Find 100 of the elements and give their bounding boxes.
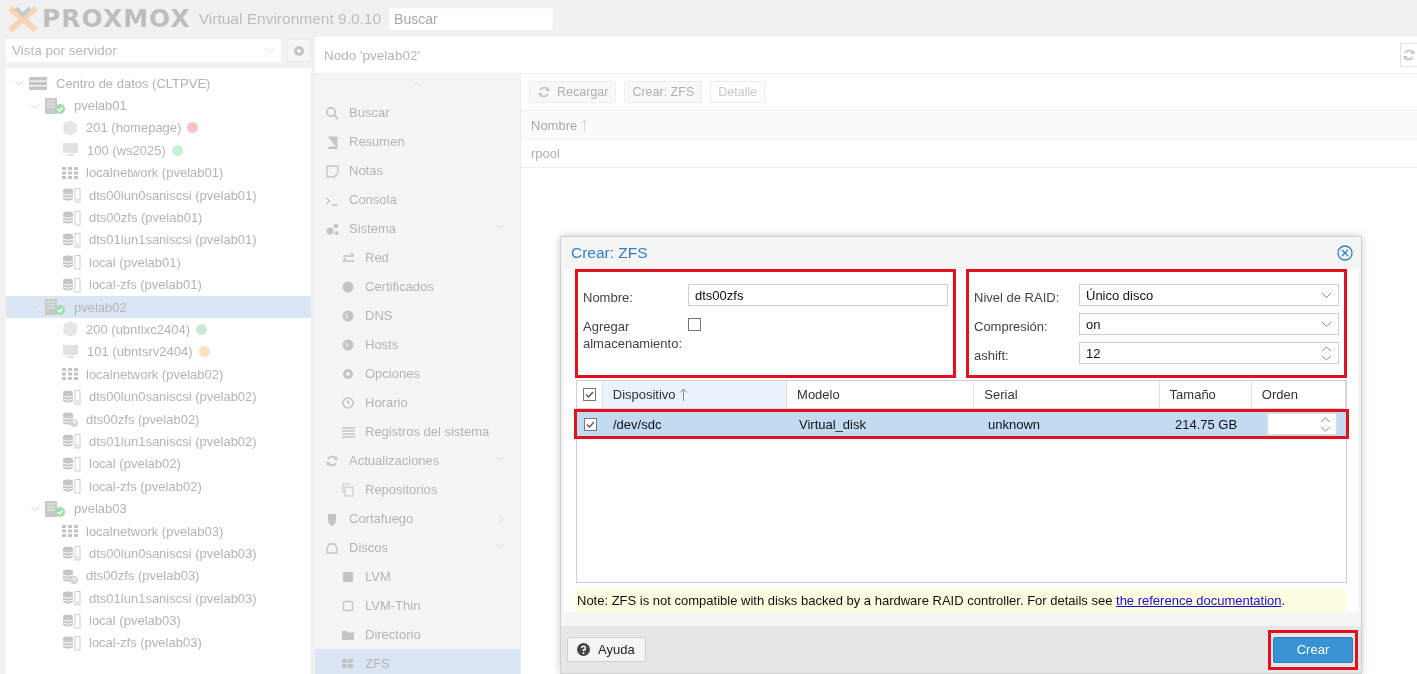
nav-item[interactable]: Registros del sistema xyxy=(315,417,520,446)
nav-item-label: Discos xyxy=(349,540,389,555)
create-button[interactable]: Crear xyxy=(1273,636,1353,663)
grid-icon xyxy=(62,165,78,180)
nav-item[interactable]: Consola xyxy=(315,185,520,214)
nav-item[interactable]: Resumen xyxy=(315,127,520,156)
globe-icon xyxy=(341,308,355,323)
tree-item[interactable]: pvelab03 xyxy=(6,497,311,520)
tree-item-label: dts00lun0saniscsi (pvelab01) xyxy=(89,187,257,203)
nav-item[interactable]: Hosts xyxy=(315,330,520,359)
number-field[interactable]: 12 xyxy=(1079,342,1339,364)
column-header[interactable]: Orden xyxy=(1251,381,1346,408)
tree-item[interactable]: pvelab02 xyxy=(6,295,311,319)
column-header-label: Modelo xyxy=(797,387,840,402)
help-button[interactable]: Ayuda xyxy=(567,637,646,662)
tree-item[interactable]: dts00lun0saniscsi (pvelab02) xyxy=(6,385,311,408)
nav-item[interactable]: Opciones xyxy=(315,359,520,388)
reload-button[interactable] xyxy=(1400,43,1417,67)
server-status-icon xyxy=(44,499,66,518)
column-header[interactable]: Nombre xyxy=(521,111,1417,140)
nav-item[interactable]: Buscar xyxy=(315,98,520,127)
tree-item[interactable]: dts00zfs (pvelab02) xyxy=(6,407,311,431)
view-dropdown[interactable]: Vista por servidor xyxy=(6,39,281,62)
column-header[interactable]: Dispositivo xyxy=(602,381,788,408)
table-row[interactable]: /dev/sdc Virtual_disk unknown 214.75 GB xyxy=(574,409,1349,439)
nav-item[interactable]: Repositorios xyxy=(315,475,520,504)
nav-item[interactable]: Discos xyxy=(315,533,520,562)
nav-item-label: Cortafuego xyxy=(349,511,415,526)
column-header[interactable]: Tamaño xyxy=(1159,381,1252,408)
number-field[interactable] xyxy=(1267,413,1337,435)
tree-item[interactable]: 201 (homepage) xyxy=(6,116,311,140)
settings-button[interactable] xyxy=(287,39,311,62)
tree-item[interactable]: 200 (ubntlxc2404) xyxy=(6,318,311,341)
database-icon xyxy=(62,388,81,405)
tree-item[interactable]: local (pvelab03) xyxy=(6,609,311,632)
nav-item-label: Sistema xyxy=(349,221,397,236)
checkbox[interactable] xyxy=(583,417,597,431)
nav-item[interactable]: Notas xyxy=(315,156,520,185)
toolbar-button[interactable]: Crear: ZFS xyxy=(624,81,703,103)
nav-item-label: ZFS xyxy=(365,656,391,671)
tree-item[interactable]: dts00zfs (pvelab01) xyxy=(6,206,311,229)
tree-item[interactable]: local-zfs (pvelab01) xyxy=(6,273,311,296)
database-icon xyxy=(62,455,81,472)
nav-item[interactable]: LVM xyxy=(315,562,520,591)
globe-icon xyxy=(341,337,355,352)
tree-item-label: local (pvelab02) xyxy=(89,456,181,472)
nav-item[interactable]: LVM-Thin xyxy=(315,591,520,620)
nav-item[interactable]: Cortafuego xyxy=(315,504,520,533)
toolbar-button[interactable]: Recargar xyxy=(529,81,617,103)
tree-item[interactable]: localnetwork (pvelab01) xyxy=(6,161,311,184)
refresh-icon xyxy=(1402,48,1416,62)
tree-item[interactable]: dts00zfs (pvelab03) xyxy=(6,564,311,587)
tree-item-label: pvelab03 xyxy=(74,501,127,517)
nav-item-label: Notas xyxy=(349,163,384,178)
column-header[interactable]: Serial xyxy=(974,381,1160,408)
tree-item-label: 100 (ws2025) xyxy=(87,142,166,158)
tree-item[interactable]: pvelab01 xyxy=(6,94,311,117)
tree-item[interactable]: localnetwork (pvelab02) xyxy=(6,363,311,386)
tree-item-label: dts01lun1saniscsi (pvelab03) xyxy=(89,590,257,606)
dropdown[interactable]: Único disco xyxy=(1079,284,1339,306)
nav-item[interactable]: Actualizaciones xyxy=(315,446,520,475)
search-field[interactable]: Buscar xyxy=(389,7,554,30)
tree-item[interactable]: dts00lun0saniscsi (pvelab03) xyxy=(6,542,311,565)
tree-item[interactable]: 101 (ubntsrv2404) xyxy=(6,340,311,364)
tree-item[interactable]: local (pvelab01) xyxy=(6,251,311,274)
column-header[interactable]: Modelo xyxy=(787,381,975,408)
field-label: Agregar almacenamiento: xyxy=(583,318,683,352)
tree-item[interactable]: dts01lun1saniscsi (pvelab01) xyxy=(6,228,311,252)
nav-item[interactable]: Sistema xyxy=(315,214,520,243)
checkbox[interactable] xyxy=(582,388,596,401)
tree-item[interactable]: dts00lun0saniscsi (pvelab01) xyxy=(6,183,311,207)
field-label: Nivel de RAID: xyxy=(974,289,1061,306)
nav-item[interactable]: Horario xyxy=(315,388,520,417)
nav-item[interactable]: DNS xyxy=(315,301,520,330)
nav-item[interactable]: ZFS xyxy=(315,649,520,674)
tree-item[interactable]: local (pvelab02) xyxy=(6,452,311,476)
table-cell-text: unknown xyxy=(987,416,1042,432)
close-icon[interactable] xyxy=(1337,245,1353,261)
checkbox[interactable] xyxy=(688,318,701,331)
documentation-link[interactable]: the reference documentation xyxy=(1116,593,1282,608)
tree-item[interactable]: dts01lun1saniscsi (pvelab03) xyxy=(6,587,311,610)
tree-item[interactable]: Centro de datos (CLTPVE) xyxy=(6,72,311,95)
tree-item[interactable]: 100 (ws2025) xyxy=(6,139,311,162)
copy-icon xyxy=(341,482,355,497)
nav-item[interactable]: Directorio xyxy=(315,620,520,649)
grid-icon xyxy=(341,656,355,671)
tree-item[interactable]: local-zfs (pvelab02) xyxy=(6,475,311,498)
monitor-icon xyxy=(62,343,79,360)
tree-item[interactable]: localnetwork (pvelab03) xyxy=(6,519,311,543)
nav-item[interactable]: Red xyxy=(315,243,520,272)
server-status-icon xyxy=(44,96,66,115)
dropdown[interactable]: on xyxy=(1079,313,1339,335)
nav-item-label: Buscar xyxy=(349,105,391,120)
tree-item[interactable]: local-zfs (pvelab03) xyxy=(6,631,311,655)
nav-item[interactable]: Certificados xyxy=(315,272,520,301)
tree-item[interactable]: dts01lun1saniscsi (pvelab02) xyxy=(6,430,311,453)
shield-icon xyxy=(325,511,339,526)
text-field[interactable]: dts00zfs xyxy=(688,284,948,306)
field-label: Nombre: xyxy=(583,289,634,306)
table-cell-text: 214.75 GB xyxy=(1174,416,1239,432)
